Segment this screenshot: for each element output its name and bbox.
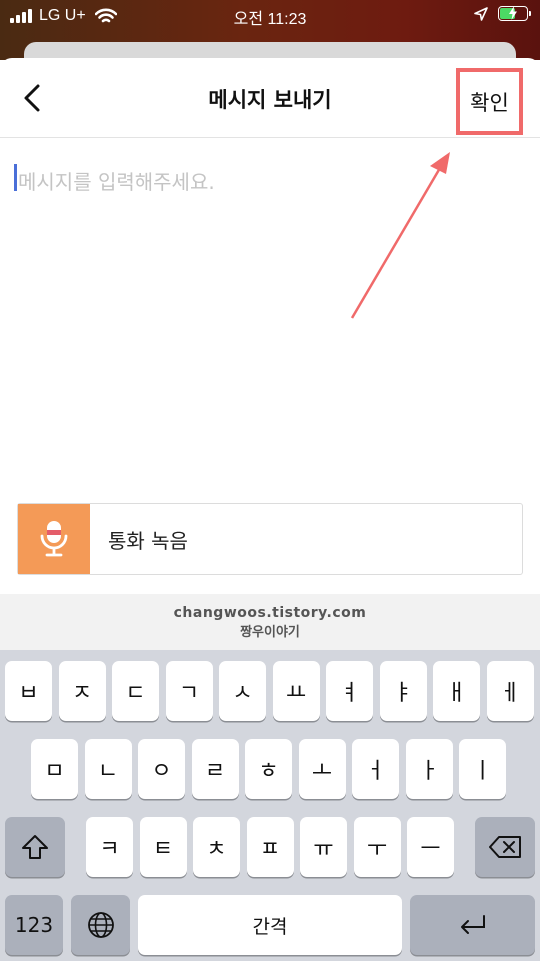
backspace-key[interactable]: [475, 817, 535, 877]
key-label: ㅜ: [366, 837, 388, 862]
key-row3-4[interactable]: ㅠ: [300, 817, 347, 877]
key-label: ㅐ: [446, 681, 467, 706]
key-label: ㅁ: [44, 759, 65, 784]
key-label: ㄹ: [204, 759, 226, 784]
key-label: ㅈ: [71, 681, 93, 706]
key-label: ㅛ: [285, 681, 307, 706]
key-row2-6[interactable]: ㅓ: [352, 739, 399, 799]
key-row1-5[interactable]: ㅛ: [272, 661, 320, 721]
navigation-bar: 메시지 보내기 확인: [0, 58, 540, 138]
key-row1-4[interactable]: ㅅ: [219, 661, 266, 721]
watermark-url: changwoos.tistory.com: [173, 604, 367, 621]
key-label: ㅡ: [420, 837, 441, 862]
key-row2-8[interactable]: ㅣ: [459, 739, 506, 799]
key-label: ㅋ: [99, 837, 120, 862]
key-label: ㅇ: [151, 759, 172, 784]
key-row1-3[interactable]: ㄱ: [165, 661, 213, 721]
shift-key[interactable]: [5, 817, 65, 877]
key-row2-4[interactable]: ㅎ: [245, 739, 292, 799]
key-row2-7[interactable]: ㅏ: [405, 739, 453, 799]
key-row1-2[interactable]: ㄷ: [112, 661, 159, 721]
status-right: [474, 6, 531, 21]
globe-icon: [87, 912, 114, 938]
keyboard: changwoos.tistory.com 짱우이야기 123 간격 ㅂ ㅈ ㄷ ㄱ ㅅ…: [0, 594, 540, 961]
key-row1-0[interactable]: ㅂ: [5, 661, 52, 721]
key-row3-0[interactable]: ㅋ: [86, 817, 133, 877]
key-label: ㅗ: [311, 759, 333, 784]
confirm-button[interactable]: 확인: [456, 68, 523, 135]
key-row2-1[interactable]: ㄴ: [84, 739, 132, 799]
numbers-key[interactable]: 123: [5, 895, 63, 955]
key-row3-5[interactable]: ㅜ: [353, 817, 401, 877]
key-row3-3[interactable]: ㅍ: [246, 817, 294, 877]
key-row2-2[interactable]: ㅇ: [138, 739, 185, 799]
key-row1-8[interactable]: ㅐ: [433, 661, 480, 721]
return-key[interactable]: [410, 895, 535, 955]
call-recording-label: 통화 녹음: [108, 528, 188, 553]
message-placeholder: 메시지를 입력해주세요.: [18, 170, 215, 194]
key-label: ㄱ: [178, 681, 200, 706]
key-row3-2[interactable]: ㅊ: [193, 817, 240, 877]
key-label: ㄴ: [97, 759, 119, 784]
confirm-button-label: 확인: [470, 90, 509, 115]
key-label: ㅑ: [392, 681, 414, 706]
key-row2-3[interactable]: ㄹ: [191, 739, 239, 799]
return-icon: [460, 915, 485, 934]
shift-icon: [22, 835, 48, 859]
key-label: ㅌ: [152, 837, 174, 862]
key-row2-5[interactable]: ㅗ: [298, 739, 346, 799]
key-row3-6[interactable]: ㅡ: [407, 817, 454, 877]
key-label: ㅊ: [206, 837, 227, 862]
key-row1-7[interactable]: ㅑ: [379, 661, 427, 721]
backspace-icon: [489, 836, 521, 858]
call-recording-button[interactable]: 통화 녹음: [17, 503, 523, 575]
key-label: ㅓ: [365, 759, 386, 784]
location-icon: [474, 6, 488, 21]
text-cursor: [14, 164, 17, 191]
key-label: ㅂ: [18, 681, 39, 706]
key-label: ㅕ: [339, 681, 360, 706]
key-label: ㅍ: [259, 837, 281, 862]
key-label: ㄷ: [125, 681, 146, 706]
battery-charging-icon: [498, 6, 531, 21]
key-row3-1[interactable]: ㅌ: [139, 817, 187, 877]
key-row2-0[interactable]: ㅁ: [31, 739, 78, 799]
message-input[interactable]: 메시지를 입력해주세요.: [0, 140, 540, 490]
microphone-icon: [18, 504, 90, 574]
keyboard-suggestion-bar: changwoos.tistory.com 짱우이야기: [0, 594, 540, 650]
key-label: ㅔ: [499, 681, 521, 706]
space-key[interactable]: 간격: [138, 895, 402, 955]
key-label: ㅠ: [313, 837, 334, 862]
numbers-key-label: 123: [14, 913, 54, 937]
space-key-label: 간격: [252, 915, 288, 938]
globe-key[interactable]: [71, 895, 130, 955]
key-label: ㅅ: [232, 681, 253, 706]
key-label: ㅣ: [472, 759, 493, 784]
key-row1-1[interactable]: ㅈ: [58, 661, 106, 721]
status-time: 오전 11:23: [233, 11, 307, 28]
key-label: ㅎ: [258, 759, 279, 784]
key-row1-9[interactable]: ㅔ: [486, 661, 534, 721]
watermark-text: 짱우이야기: [240, 624, 300, 640]
key-label: ㅏ: [418, 759, 440, 784]
key-row1-6[interactable]: ㅕ: [326, 661, 373, 721]
